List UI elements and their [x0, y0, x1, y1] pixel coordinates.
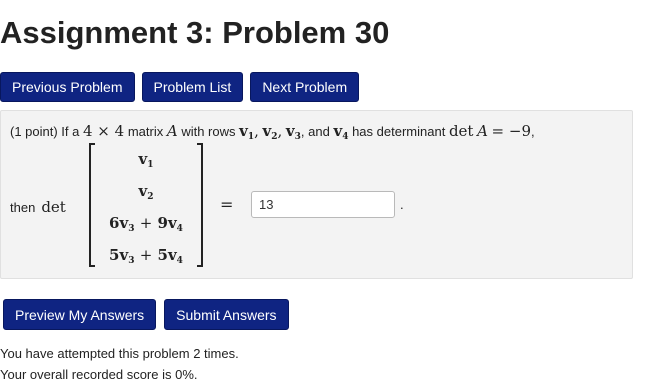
matrix-row-4: 5v3 + 5v4	[89, 245, 203, 271]
row3-sub2: 4	[176, 224, 183, 234]
math-det-var: A	[477, 122, 488, 140]
row4-sub1: 3	[128, 256, 135, 266]
row3-coef2: 9	[157, 214, 168, 232]
math-det-value: = −9	[491, 122, 531, 140]
row4-plus: +	[139, 246, 153, 264]
matrix-row-1: v1	[89, 149, 203, 175]
comma-3: ,	[300, 124, 305, 139]
and-text: and	[308, 124, 330, 139]
math-dims: 4 × 4	[83, 122, 125, 140]
previous-problem-button[interactable]: Previous Problem	[0, 72, 135, 102]
answer-input[interactable]	[251, 191, 395, 218]
next-problem-button[interactable]: Next Problem	[250, 72, 360, 102]
then-det-label: then det	[10, 197, 66, 218]
row3-vec1: v	[119, 214, 129, 232]
det-operator: det	[41, 198, 66, 216]
problem-navigation: Previous Problem Problem List Next Probl…	[0, 72, 360, 102]
row4-coef2: 5	[157, 246, 168, 264]
answer-actions: Preview My Answers Submit Answers	[3, 299, 289, 330]
v2-letter: v	[262, 122, 272, 140]
end-comma: ,	[531, 124, 535, 139]
v4-letter: v	[333, 122, 343, 140]
v3-letter: v	[285, 122, 295, 140]
math-v3: v3	[285, 122, 301, 142]
matrix-row-2: v2	[89, 181, 203, 207]
row4-sub2: 4	[176, 256, 183, 266]
row2-vec: v	[138, 182, 148, 200]
has-determinant-text: has determinant	[352, 124, 446, 139]
row3-plus: +	[139, 214, 153, 232]
equals-sign: =	[220, 195, 234, 214]
page-title: Assignment 3: Problem 30	[0, 15, 390, 50]
row3-vec2: v	[167, 214, 177, 232]
row3-sub1: 3	[128, 224, 135, 234]
v4-sub: 4	[342, 132, 349, 142]
row2-sub: 2	[147, 192, 154, 202]
then-text: then	[10, 200, 36, 215]
v1-letter: v	[239, 122, 248, 140]
matrix-row-3: 6v3 + 9v4	[89, 213, 203, 239]
with-rows-text: with rows	[181, 124, 236, 139]
period: .	[400, 197, 404, 212]
attempts-status: You have attempted this problem 2 times.	[0, 346, 239, 361]
math-det-op: det	[448, 122, 474, 140]
score-status: Your overall recorded score is 0%.	[0, 367, 198, 382]
math-matrix-var: A	[166, 122, 178, 140]
row1-sub: 1	[147, 160, 154, 170]
row4-coef1: 5	[109, 246, 120, 264]
math-v1: v1	[239, 122, 254, 142]
math-v4: v4	[333, 122, 349, 142]
problem-points-text: (1 point) If a	[10, 124, 80, 139]
comma-1: ,	[254, 122, 259, 140]
matrix: v1 v2 6v3 + 9v4 5v3 + 5v4	[89, 141, 203, 269]
submit-answers-button[interactable]: Submit Answers	[164, 299, 289, 330]
row3-coef1: 6	[109, 214, 120, 232]
page: Assignment 3: Problem 30 Previous Proble…	[0, 0, 662, 387]
problem-list-button[interactable]: Problem List	[141, 72, 244, 102]
row1-vec: v	[138, 150, 148, 168]
problem-box: (1 point) If a 4 × 4 matrix A with rows …	[0, 110, 633, 279]
row4-vec1: v	[119, 246, 129, 264]
row4-vec2: v	[167, 246, 177, 264]
math-v2: v2	[262, 122, 278, 142]
matrix-word: matrix	[127, 124, 164, 139]
preview-answers-button[interactable]: Preview My Answers	[3, 299, 157, 330]
comma-2: ,	[277, 122, 283, 140]
